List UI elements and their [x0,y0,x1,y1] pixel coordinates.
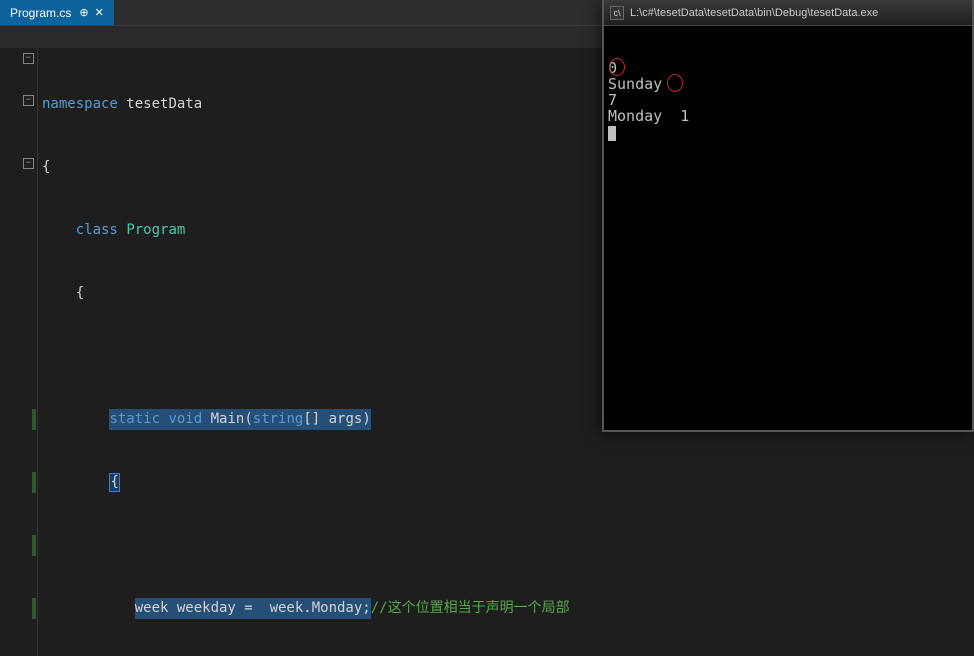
close-icon[interactable]: ✕ [95,6,104,19]
gutter [0,48,20,656]
code-text: [] [303,411,320,427]
code-text: Program [126,222,185,238]
code-text: { [76,285,84,301]
code-text: namespace [42,96,118,112]
console-title-text: L:\c#\tesetData\tesetData\bin\Debug\tese… [630,7,878,19]
folding-column: − − − [20,48,38,656]
code-text: string [253,411,304,427]
code-text: week weekday = week.Monday; [135,600,371,616]
console-line: Monday 1 [608,107,689,125]
fold-toggle[interactable]: − [23,158,34,169]
code-text: class [76,222,118,238]
code-text: static [109,411,160,427]
code-text: //这个位置相当于声明一个局部 [371,600,570,616]
code-text: ( [244,411,252,427]
code-text: { [42,159,50,175]
code-text: void [168,411,202,427]
console-icon: c\ [610,6,624,20]
console-cursor [608,126,616,141]
tab-program-cs[interactable]: Program.cs ⊕ ✕ [0,0,114,25]
console-titlebar[interactable]: c\ L:\c#\tesetData\tesetData\bin\Debug\t… [604,0,972,26]
pin-icon[interactable]: ⊕ [79,6,88,19]
code-text: tesetData [126,96,202,112]
annotation-circle [667,74,683,92]
code-text: Main [211,411,245,427]
fold-toggle[interactable]: − [23,53,34,64]
console-window[interactable]: c\ L:\c#\tesetData\tesetData\bin\Debug\t… [602,0,974,432]
tab-label: Program.cs [10,6,71,20]
code-text: args) [320,411,371,427]
fold-toggle[interactable]: − [23,95,34,106]
code-text: { [109,473,119,492]
console-output: 0 Sunday 7 Monday 1 [604,26,972,191]
